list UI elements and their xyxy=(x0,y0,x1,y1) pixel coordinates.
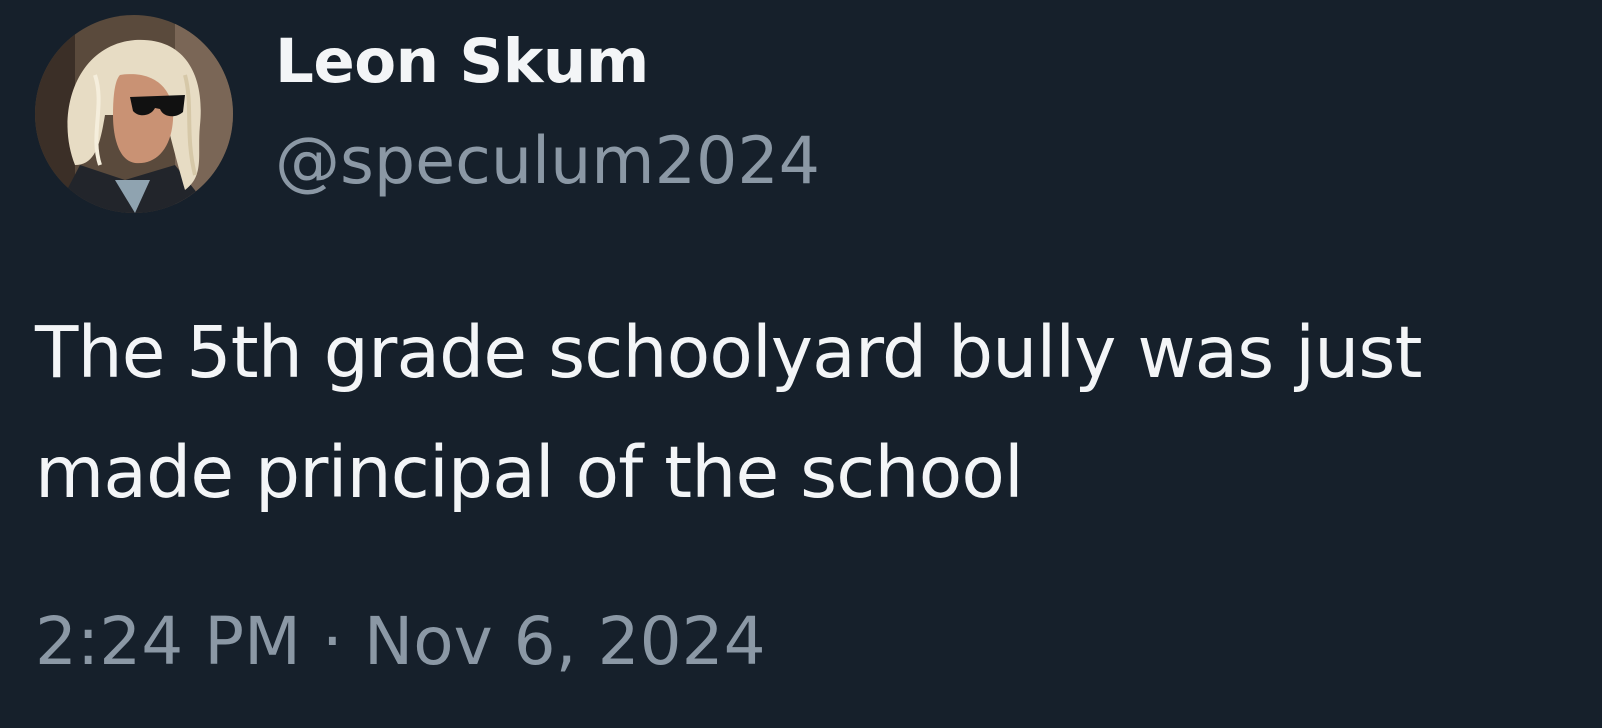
tweet-timestamp[interactable]: 2:24 PM · Nov 6, 2024 xyxy=(35,603,766,680)
tweet-card: Leon Skum @speculum2024 The 5th grade sc… xyxy=(0,0,1602,728)
user-handle[interactable]: @speculum2024 xyxy=(275,124,820,199)
tweet-text: The 5th grade schoolyard bully was just … xyxy=(35,293,1580,533)
avatar[interactable] xyxy=(35,15,233,213)
avatar-image xyxy=(35,15,233,213)
tweet-text-line: made principal of the school xyxy=(35,431,1024,514)
tweet-text-line: The 5th grade schoolyard bully was just xyxy=(35,311,1422,394)
display-name[interactable]: Leon Skum xyxy=(275,26,649,97)
